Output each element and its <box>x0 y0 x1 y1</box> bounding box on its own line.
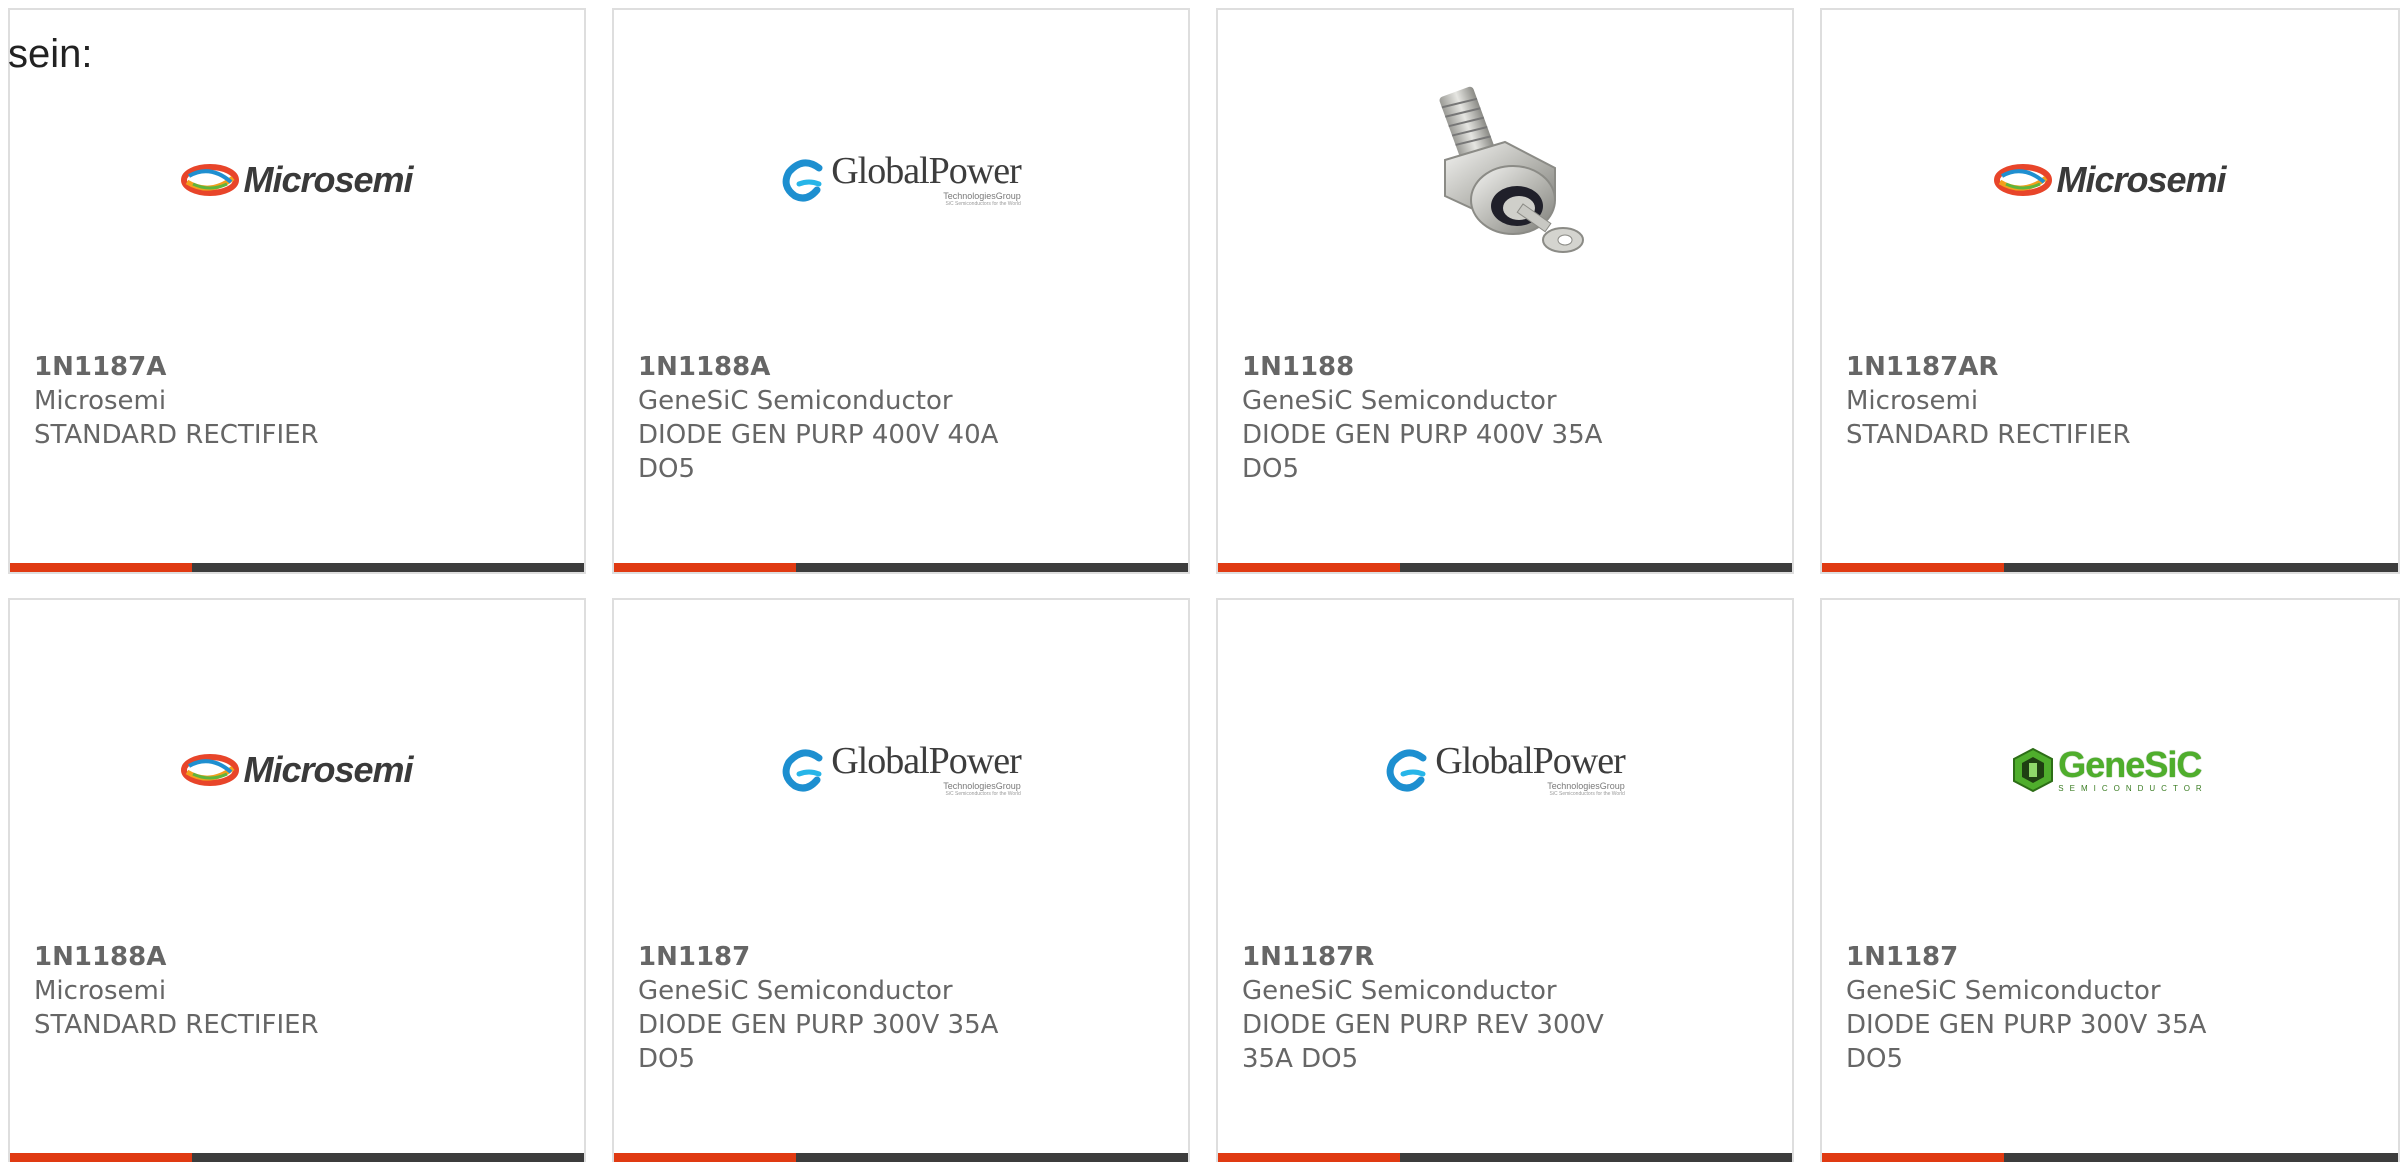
manufacturer: GeneSiC Semiconductor <box>1242 976 1557 1006</box>
description: DIODE GEN PURP 300V 35A DO5 <box>638 1010 999 1074</box>
microsemi-logo-text: Microsemi <box>243 749 413 790</box>
card-accent <box>1218 563 1400 572</box>
globalpower-swoosh-icon <box>782 749 823 792</box>
manufacturer: GeneSiC Semiconductor <box>1242 386 1557 416</box>
description: DIODE GEN PURP REV 300V 35A DO5 <box>1242 1010 1604 1074</box>
product-image: GlobalPower TechnologiesGroup SiC Semico… <box>614 10 1188 350</box>
part-number: 1N1187 <box>1846 942 1959 972</box>
product-card[interactable]: Microsemi 1N1187AR Microsemi STANDARD RE… <box>1820 8 2400 574</box>
manufacturer: Microsemi <box>34 976 167 1006</box>
product-image: Microsemi <box>10 10 584 350</box>
globalpower-swoosh-icon <box>1386 749 1427 792</box>
stud-diode-photo <box>1439 86 1584 253</box>
card-bottom-bar <box>1218 1153 1792 1162</box>
card-bottom-bar <box>614 1153 1188 1162</box>
description: STANDARD RECTIFIER <box>34 420 319 450</box>
description: DIODE GEN PURP 300V 35A DO5 <box>1846 1010 2207 1074</box>
globalpower-logo-text: GlobalPower <box>831 740 1022 783</box>
globalpower-logo-tagline: SiC Semiconductors for the World <box>1549 791 1625 798</box>
card-accent <box>10 563 192 572</box>
part-number: 1N1187R <box>1242 942 1375 972</box>
description: DIODE GEN PURP 400V 40A DO5 <box>638 420 999 484</box>
card-bottom-bar <box>1822 1153 2398 1162</box>
product-image: Microsemi <box>10 600 584 940</box>
globalpower-logo: GlobalPower TechnologiesGroup SiC Semico… <box>781 150 1022 208</box>
card-bottom-bar <box>10 1153 584 1162</box>
part-number: 1N1188A <box>34 942 167 972</box>
description: DIODE GEN PURP 400V 35A DO5 <box>1242 420 1603 484</box>
product-card[interactable]: GeneSiC SEMICONDUCTOR 1N1187 GeneSiC Sem… <box>1820 598 2400 1162</box>
microsemi-logo: Microsemi <box>1994 159 2227 201</box>
globalpower-logo-tagline: SiC Semiconductors for the World <box>945 791 1021 798</box>
product-image <box>1218 10 1792 350</box>
product-image: GlobalPower TechnologiesGroup SiC Semico… <box>614 600 1188 940</box>
genesic-logo-sub: SEMICONDUCTOR <box>2058 784 2208 793</box>
part-number: 1N1188 <box>1242 352 1355 382</box>
microsemi-swirl-icon <box>181 164 240 196</box>
description: STANDARD RECTIFIER <box>34 1010 319 1040</box>
card-bottom-bar <box>10 563 584 572</box>
card-accent <box>1218 1153 1400 1162</box>
product-card[interactable]: GlobalPower TechnologiesGroup SiC Semico… <box>612 8 1190 574</box>
card-bottom-bar <box>1218 563 1792 572</box>
product-image: Microsemi <box>1822 10 2398 350</box>
intro-text: sein: <box>8 32 93 76</box>
globalpower-swoosh-icon <box>782 159 823 202</box>
card-accent <box>614 1153 796 1162</box>
product-image: GeneSiC SEMICONDUCTOR <box>1822 600 2398 940</box>
microsemi-logo-text: Microsemi <box>243 159 413 200</box>
microsemi-logo-text: Microsemi <box>2056 159 2226 200</box>
product-card[interactable]: Microsemi 1N1187A Microsemi STANDARD REC… <box>8 8 586 574</box>
genesic-logo-text: GeneSiC <box>2058 744 2202 785</box>
genesic-logo: GeneSiC SEMICONDUCTOR <box>2012 747 2207 793</box>
part-number: 1N1187AR <box>1846 352 1999 382</box>
part-number: 1N1187 <box>638 942 751 972</box>
microsemi-swirl-icon <box>1994 164 2053 196</box>
manufacturer: GeneSiC Semiconductor <box>638 976 953 1006</box>
card-accent <box>614 563 796 572</box>
globalpower-logo: GlobalPower TechnologiesGroup SiC Semico… <box>781 740 1022 798</box>
card-accent <box>1822 563 2004 572</box>
card-bottom-bar <box>614 563 1188 572</box>
microsemi-logo: Microsemi <box>181 749 414 791</box>
globalpower-logo-tagline: SiC Semiconductors for the World <box>945 201 1021 208</box>
product-image: GlobalPower TechnologiesGroup SiC Semico… <box>1218 600 1792 940</box>
description: STANDARD RECTIFIER <box>1846 420 2131 450</box>
microsemi-swirl-icon <box>181 754 240 786</box>
genesic-hexagon-icon <box>2013 747 2054 793</box>
part-number: 1N1187A <box>34 352 167 382</box>
product-card[interactable]: Microsemi 1N1188A Microsemi STANDARD REC… <box>8 598 586 1162</box>
globalpower-logo-text: GlobalPower <box>1435 740 1626 783</box>
microsemi-logo: Microsemi <box>181 159 414 201</box>
product-card[interactable]: 1N1188 GeneSiC Semiconductor DIODE GEN P… <box>1216 8 1794 574</box>
part-number: 1N1188A <box>638 352 771 382</box>
card-accent <box>1822 1153 2004 1162</box>
manufacturer: GeneSiC Semiconductor <box>1846 976 2161 1006</box>
product-card[interactable]: GlobalPower TechnologiesGroup SiC Semico… <box>1216 598 1794 1162</box>
manufacturer: GeneSiC Semiconductor <box>638 386 953 416</box>
card-bottom-bar <box>1822 563 2398 572</box>
manufacturer: Microsemi <box>1846 386 1979 416</box>
globalpower-logo-text: GlobalPower <box>831 150 1022 193</box>
card-accent <box>10 1153 192 1162</box>
product-card[interactable]: GlobalPower TechnologiesGroup SiC Semico… <box>612 598 1190 1162</box>
globalpower-logo: GlobalPower TechnologiesGroup SiC Semico… <box>1385 740 1626 798</box>
manufacturer: Microsemi <box>34 386 167 416</box>
